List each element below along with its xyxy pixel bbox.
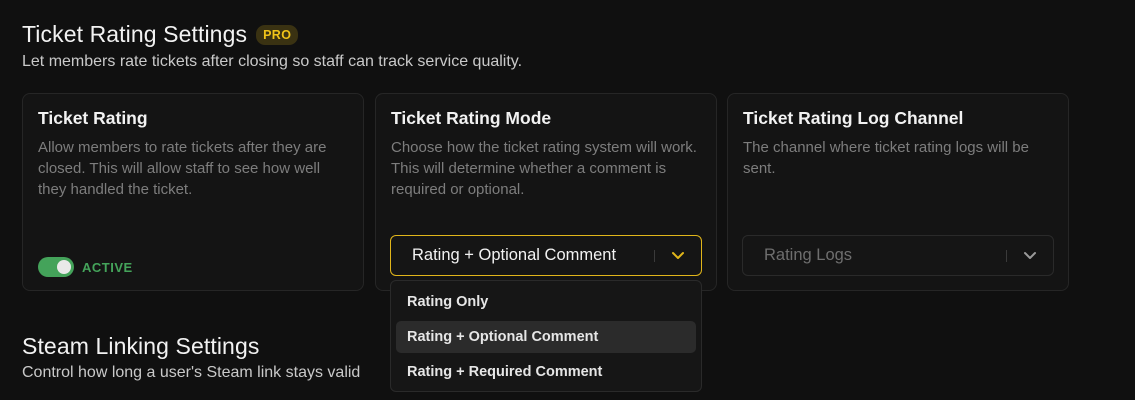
dropdown-option[interactable]: Rating + Required Comment xyxy=(396,356,696,388)
select-value: Rating + Optional Comment xyxy=(412,246,617,264)
ticket-rating-toggle-row: ACTIVE xyxy=(38,257,133,277)
dropdown-option[interactable]: Rating Only xyxy=(396,286,696,318)
ticket-rating-section-header: Ticket Rating Settings PRO Let members r… xyxy=(22,21,522,71)
toggle-status-label: ACTIVE xyxy=(82,259,133,275)
card-title: Ticket Rating xyxy=(38,108,148,128)
select-value: Rating Logs xyxy=(764,246,853,264)
chevron-down-icon[interactable] xyxy=(655,251,701,260)
log-channel-select[interactable]: Rating Logs xyxy=(742,235,1054,276)
card-title: Ticket Rating Mode xyxy=(391,108,552,128)
card-description: Allow members to rate tickets after they… xyxy=(38,139,327,198)
section-title: Ticket Rating Settings xyxy=(22,21,248,47)
card-description: The channel where ticket rating logs wil… xyxy=(743,139,1029,177)
ticket-rating-log-channel-card: Ticket Rating Log Channel The channel wh… xyxy=(727,93,1069,291)
rating-mode-dropdown-menu: Rating Only Rating + Optional Comment Ra… xyxy=(390,280,702,392)
steam-section-header: Steam Linking Settings Control how long … xyxy=(22,333,360,382)
pro-badge: PRO xyxy=(256,24,299,45)
toggle-knob xyxy=(57,260,71,274)
ticket-rating-toggle[interactable] xyxy=(38,257,74,277)
section-description: Let members rate tickets after closing s… xyxy=(22,53,523,70)
chevron-down-icon[interactable] xyxy=(1007,251,1053,260)
rating-mode-select[interactable]: Rating + Optional Comment xyxy=(390,235,702,276)
dropdown-option-selected[interactable]: Rating + Optional Comment xyxy=(396,321,696,353)
section-description: Control how long a user's Steam link sta… xyxy=(22,364,361,381)
card-title: Ticket Rating Log Channel xyxy=(743,108,964,128)
card-description: Choose how the ticket rating system will… xyxy=(391,139,697,198)
ticket-rating-mode-card: Ticket Rating Mode Choose how the ticket… xyxy=(375,93,717,291)
ticket-rating-card: Ticket Rating Allow members to rate tick… xyxy=(22,93,364,291)
section-title: Steam Linking Settings xyxy=(22,333,260,359)
